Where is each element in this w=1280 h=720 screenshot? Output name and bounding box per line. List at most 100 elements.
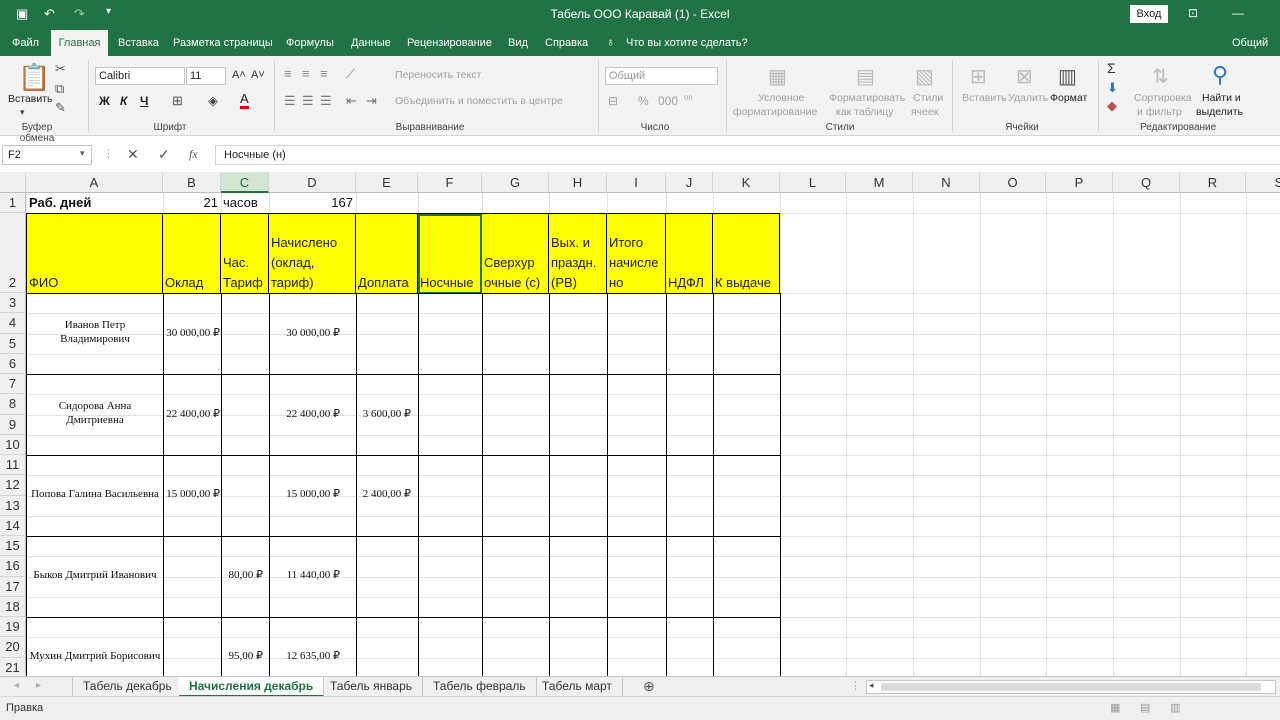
employee-nachisleno-2[interactable]: 22 400,00 ₽ — [270, 407, 340, 420]
col-header-c[interactable]: C — [221, 172, 269, 193]
insert-function-icon[interactable]: fx — [189, 147, 198, 162]
col-header-m[interactable]: M — [846, 172, 913, 193]
row-header-21[interactable]: 21 — [0, 657, 26, 676]
minimize-icon[interactable]: — — [1232, 6, 1244, 20]
bold-button[interactable]: Ж — [99, 94, 110, 108]
employee-nachisleno-4[interactable]: 11 440,00 ₽ — [270, 568, 340, 581]
row-header-8[interactable]: 8 — [0, 394, 26, 415]
row-header-20[interactable]: 20 — [0, 637, 26, 658]
grow-font-icon[interactable]: A˄ — [232, 69, 246, 81]
header-tarif[interactable]: Час. Тариф — [221, 214, 269, 294]
row-header-12[interactable]: 12 — [0, 475, 26, 496]
enter-icon[interactable]: ✓ — [158, 146, 170, 163]
normal-view-icon[interactable]: ▦ — [1110, 701, 1120, 714]
col-header-h[interactable]: H — [549, 172, 607, 193]
font-name-box[interactable]: Calibri — [95, 67, 185, 85]
sort-filter-label1[interactable]: Сортировка — [1134, 92, 1192, 104]
comma-icon[interactable]: 000 — [658, 94, 678, 108]
tab-data[interactable]: Данные — [351, 37, 391, 49]
insert-cells-button[interactable]: Вставить — [962, 92, 1007, 104]
horizontal-scrollbar[interactable]: ◂ — [866, 680, 1276, 694]
employee-nachisleno-5[interactable]: 12 635,00 ₽ — [270, 649, 340, 662]
tab-file[interactable]: Файл — [12, 37, 39, 49]
employee-tarif-5[interactable]: 95,00 ₽ — [222, 649, 264, 662]
number-format-box[interactable]: Общий — [605, 67, 718, 85]
worksheet-grid[interactable]: ABCDEFGHIJKLMNOPQRS 1 2 3 4 5 6 7 8 9 10 11 12 13 14 1… — [0, 172, 1280, 676]
col-header-l[interactable]: L — [780, 172, 846, 193]
tell-me-search[interactable]: Что вы хотите сделать? — [626, 37, 748, 49]
delete-cells-icon[interactable]: ⊠ — [1016, 64, 1033, 89]
format-table-label1[interactable]: Форматировать — [829, 92, 905, 104]
row-header-19[interactable]: 19 — [0, 617, 26, 638]
currency-icon[interactable]: ⊟ — [608, 94, 618, 108]
find-select-icon[interactable]: ⚲ — [1212, 62, 1228, 88]
formula-input[interactable]: Носчные (н) — [215, 145, 1280, 165]
outdent-icon[interactable]: ⇥ — [366, 93, 377, 109]
col-header-i[interactable]: I — [607, 172, 666, 193]
col-header-p[interactable]: P — [1046, 172, 1113, 193]
employee-name-4[interactable]: Быков Дмитрий Иванович — [27, 568, 163, 582]
tab-home[interactable]: Главная — [51, 30, 108, 56]
header-k-vydache[interactable]: К выдаче — [713, 214, 780, 294]
conditional-format-label1[interactable]: Условное — [758, 92, 804, 104]
header-itogo[interactable]: Итого начисле но — [607, 214, 666, 294]
header-sverhurochnye[interactable]: Сверхур очные (с) — [482, 214, 549, 294]
col-header-a[interactable]: A — [26, 172, 163, 193]
scroll-left-icon[interactable]: ◂ — [869, 680, 874, 691]
sort-filter-icon[interactable]: ⇅ — [1152, 64, 1169, 89]
employee-nachisleno-3[interactable]: 15 000,00 ₽ — [270, 487, 340, 500]
row-header-10[interactable]: 10 — [0, 434, 26, 455]
header-oklad[interactable]: Оклад — [163, 214, 221, 294]
row-header-5[interactable]: 5 — [0, 333, 26, 354]
tab-help[interactable]: Справка — [545, 37, 588, 49]
copy-icon[interactable]: ⧉ — [55, 81, 64, 97]
page-layout-view-icon[interactable]: ▤ — [1140, 701, 1150, 714]
conditional-format-label2[interactable]: форматирование — [733, 106, 817, 118]
employee-oklad-2[interactable]: 22 400,00 ₽ — [164, 407, 220, 420]
tab-review[interactable]: Рецензирование — [407, 37, 492, 49]
paste-dropdown-icon[interactable]: ▾ — [20, 107, 25, 118]
font-size-box[interactable]: 11 — [186, 67, 226, 85]
insert-cells-icon[interactable]: ⊞ — [970, 64, 987, 89]
scrollbar-thumb[interactable] — [881, 683, 1261, 691]
cell-b1[interactable]: 21 — [164, 195, 220, 210]
col-header-f[interactable]: F — [418, 172, 482, 193]
sheet-tab-4[interactable]: Табель февраль — [423, 677, 537, 697]
employee-tarif-4[interactable]: 80,00 ₽ — [222, 568, 264, 581]
tab-formulas[interactable]: Формулы — [286, 37, 334, 49]
share-button[interactable]: Общий — [1232, 37, 1268, 49]
row-header-11[interactable]: 11 — [0, 455, 26, 476]
cell-styles-label1[interactable]: Стили — [913, 92, 943, 104]
cell-c1[interactable]: часов — [221, 195, 260, 210]
cell-styles-icon[interactable]: ▧ — [915, 64, 934, 89]
col-header-d[interactable]: D — [269, 172, 356, 193]
row-header-18[interactable]: 18 — [0, 596, 26, 617]
col-header-e[interactable]: E — [356, 172, 418, 193]
sheet-tab-2-active[interactable]: Начисления декабрь — [179, 677, 325, 697]
row-header-17[interactable]: 17 — [0, 576, 26, 597]
employee-nachisleno-1[interactable]: 30 000,00 ₽ — [270, 326, 340, 339]
name-box[interactable]: F2 — [2, 145, 92, 165]
row-header-3[interactable]: 3 — [0, 293, 26, 314]
header-ndfl[interactable]: НДФЛ — [666, 214, 713, 294]
row-header-2[interactable]: 2 — [0, 213, 26, 293]
find-select-label2[interactable]: выделить — [1196, 106, 1243, 118]
row-header-15[interactable]: 15 — [0, 536, 26, 557]
sort-filter-label2[interactable]: и фильтр — [1137, 106, 1182, 118]
merge-center-button[interactable]: Объединить и поместить в центре — [395, 95, 563, 107]
header-doplata[interactable]: Доплата — [356, 214, 418, 294]
col-header-q[interactable]: Q — [1113, 172, 1180, 193]
row-header-1[interactable]: 1 — [0, 193, 26, 213]
borders-icon[interactable]: ⊞ — [172, 93, 183, 109]
cell-a1[interactable]: Раб. дней — [27, 195, 93, 210]
cancel-icon[interactable]: ✕ — [127, 146, 139, 163]
autosum-icon[interactable]: Σ — [1107, 60, 1116, 76]
orientation-icon[interactable]: ⟋ — [346, 66, 355, 82]
ribbon-display-icon[interactable]: ⊡ — [1188, 6, 1198, 20]
row-header-6[interactable]: 6 — [0, 353, 26, 374]
shrink-font-icon[interactable]: A˅ — [251, 69, 265, 81]
fill-color-icon[interactable]: ◈ — [208, 93, 218, 109]
col-header-n[interactable]: N — [913, 172, 980, 193]
align-bottom-icon[interactable]: ≡ — [320, 66, 328, 81]
employee-oklad-3[interactable]: 15 000,00 ₽ — [164, 487, 220, 500]
